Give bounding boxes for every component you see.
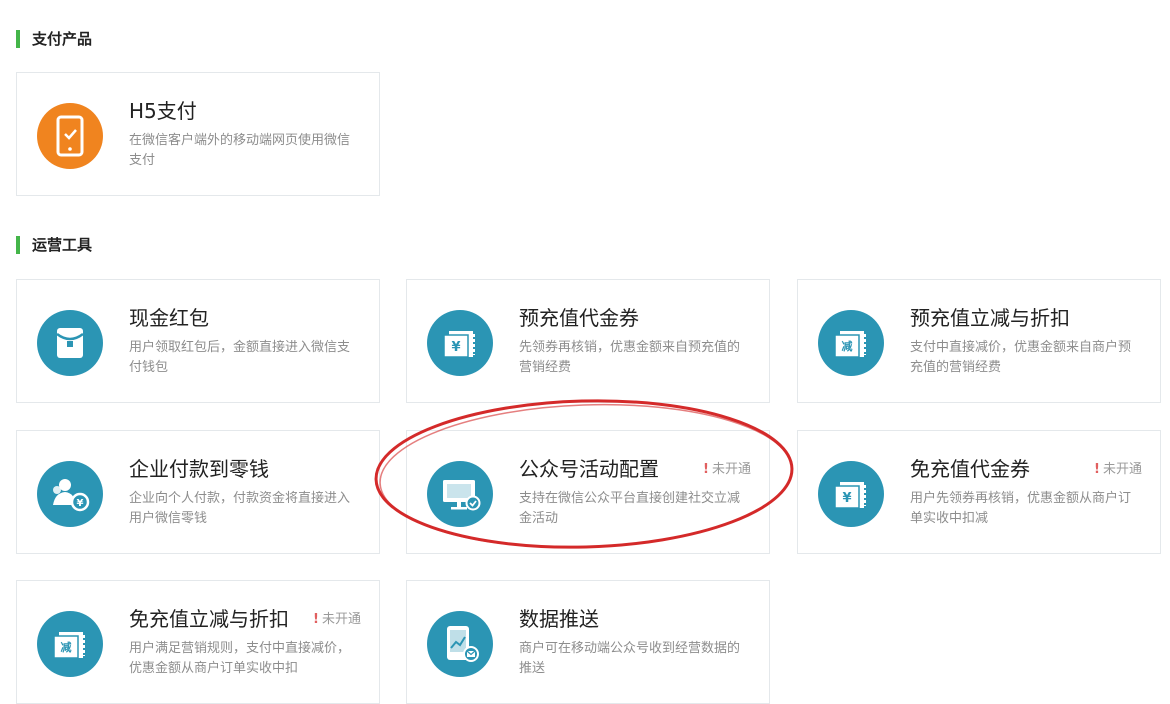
section-title-payment-products: 支付产品 [16, 30, 92, 48]
svg-text:减: 减 [842, 339, 853, 353]
card-description: 先领券再核销，优惠金额来自预充值的营销经费 [519, 340, 741, 375]
card-title: 免充值代金券 [910, 457, 1030, 481]
card-description: 支持在微信公众平台直接创建社交立减金活动 [519, 491, 741, 526]
card-no-prepaid-discount[interactable]: 减 免充值立减与折扣 ! 未开通 用户满足营销规则，支付中直接减价，优惠金额从商户… [16, 580, 380, 704]
card-title: 数据推送 [519, 607, 599, 631]
status-label: 未开通 [1102, 462, 1142, 477]
users-payment-icon: ¥ [37, 461, 103, 527]
warning-icon: ! [313, 612, 319, 627]
status-not-enabled: ! 未开通 [313, 608, 361, 627]
phone-check-icon [37, 103, 103, 169]
data-push-icon [427, 611, 493, 677]
card-description: 用户满足营销规则，支付中直接减价，优惠金额从商户订单实收中扣 [129, 641, 351, 676]
status-label: 未开通 [321, 612, 361, 627]
card-prepaid-voucher[interactable]: ¥ 预充值代金券 先领券再核销，优惠金额来自预充值的营销经费 [406, 279, 770, 403]
card-description: 用户领取红包后，金额直接进入微信支付钱包 [129, 340, 351, 375]
yuan-voucher-icon: ¥ [818, 461, 884, 527]
svg-text:减: 减 [61, 640, 72, 654]
card-h5-payment[interactable]: H5支付 在微信客户端外的移动端网页使用微信支付 [16, 72, 380, 196]
card-description: 在微信客户端外的移动端网页使用微信支付 [129, 133, 351, 168]
card-description: 用户先领券再核销，优惠金额从商户订单实收中扣减 [910, 491, 1132, 526]
svg-text:¥: ¥ [451, 340, 460, 355]
card-enterprise-payment[interactable]: ¥ 企业付款到零钱 企业向个人付款，付款资金将直接进入用户微信零钱 [16, 430, 380, 554]
card-title: 现金红包 [129, 306, 209, 330]
card-no-prepaid-voucher[interactable]: ¥ 免充值代金券 ! 未开通 用户先领券再核销，优惠金额从商户订单实收中扣减 [797, 430, 1161, 554]
card-official-account-activity[interactable]: 公众号活动配置 ! 未开通 支持在微信公众平台直接创建社交立减金活动 [406, 430, 770, 554]
card-cash-red-packet[interactable]: 现金红包 用户领取红包后，金额直接进入微信支付钱包 [16, 279, 380, 403]
discount-voucher-icon: 减 [37, 611, 103, 677]
card-title: 预充值立减与折扣 [910, 306, 1070, 330]
yuan-voucher-icon: ¥ [427, 310, 493, 376]
monitor-config-icon [427, 461, 493, 527]
card-description: 企业向个人付款，付款资金将直接进入用户微信零钱 [129, 491, 351, 526]
card-title: 免充值立减与折扣 [129, 607, 289, 631]
card-prepaid-discount[interactable]: 减 预充值立减与折扣 支付中直接减价，优惠金额来自商户预充值的营销经费 [797, 279, 1161, 403]
warning-icon: ! [703, 462, 709, 477]
card-description: 商户可在移动端公众号收到经营数据的推送 [519, 641, 741, 676]
svg-text:¥: ¥ [842, 491, 851, 506]
card-title: 预充值代金券 [519, 306, 639, 330]
status-label: 未开通 [711, 462, 751, 477]
card-title: 企业付款到零钱 [129, 457, 269, 481]
status-not-enabled: ! 未开通 [703, 458, 751, 477]
section-title-operation-tools: 运营工具 [16, 236, 92, 254]
discount-voucher-icon: 减 [818, 310, 884, 376]
red-packet-icon [37, 310, 103, 376]
warning-icon: ! [1094, 462, 1100, 477]
svg-text:¥: ¥ [77, 498, 84, 509]
status-not-enabled: ! 未开通 [1094, 458, 1142, 477]
card-title: H5支付 [129, 99, 197, 123]
card-description: 支付中直接减价，优惠金额来自商户预充值的营销经费 [910, 340, 1132, 375]
card-title: 公众号活动配置 [519, 457, 659, 481]
card-data-push[interactable]: 数据推送 商户可在移动端公众号收到经营数据的推送 [406, 580, 770, 704]
